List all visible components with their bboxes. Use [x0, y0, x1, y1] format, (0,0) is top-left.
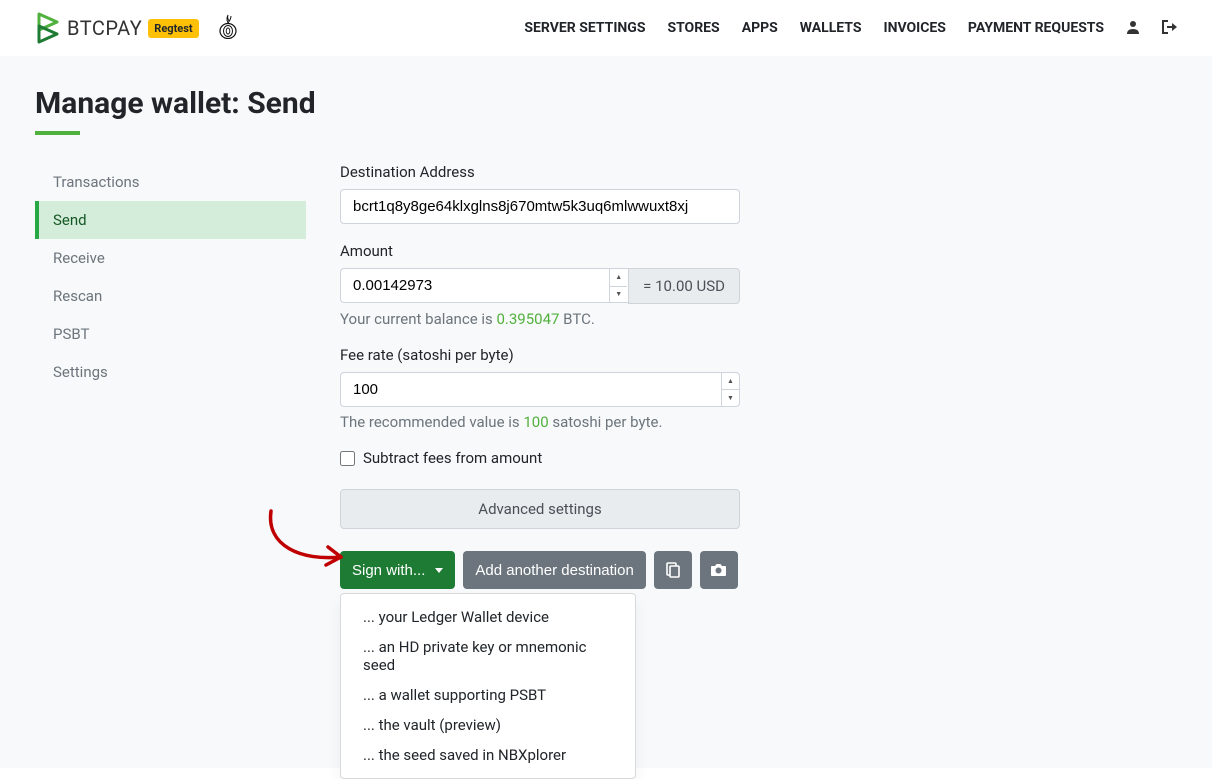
sign-with-dropdown: ... your Ledger Wallet device ... an HD …: [340, 593, 636, 779]
btcpay-logo-icon: [35, 12, 61, 44]
sidenav-psbt[interactable]: PSBT: [35, 315, 306, 353]
fiat-equivalent: = 10.00 USD: [628, 268, 740, 304]
amount-input[interactable]: [340, 268, 628, 303]
fee-helper: The recommended value is 100 satoshi per…: [340, 413, 910, 431]
nav-stores[interactable]: STORES: [667, 20, 719, 36]
logout-icon[interactable]: [1162, 19, 1177, 38]
balance-helper: Your current balance is 0.395047 BTC.: [340, 310, 910, 328]
nav-payment-requests[interactable]: PAYMENT REQUESTS: [968, 20, 1104, 36]
dropdown-ledger[interactable]: ... your Ledger Wallet device: [341, 602, 635, 632]
nav-wallets[interactable]: WALLETS: [800, 20, 862, 36]
page-title: Manage wallet: Send: [35, 86, 1177, 121]
subtract-fees-label[interactable]: Subtract fees from amount: [363, 449, 542, 467]
dropdown-vault[interactable]: ... the vault (preview): [341, 710, 635, 740]
sidenav-rescan[interactable]: Rescan: [35, 277, 306, 315]
caret-down-icon: [435, 568, 443, 573]
sidenav-send[interactable]: Send: [35, 201, 306, 239]
brand-name: BTCPAY: [67, 16, 142, 40]
send-form: Destination Address Amount ▲▼ = 10.00 US…: [340, 163, 910, 589]
fee-spinner[interactable]: ▲▼: [721, 373, 739, 406]
sidenav-receive[interactable]: Receive: [35, 239, 306, 277]
regtest-badge: Regtest: [148, 19, 198, 38]
dropdown-psbt[interactable]: ... a wallet supporting PSBT: [341, 680, 635, 710]
dropdown-nbxplorer[interactable]: ... the seed saved in NBXplorer: [341, 740, 635, 770]
sidenav-transactions[interactable]: Transactions: [35, 163, 306, 201]
destination-label: Destination Address: [340, 163, 910, 181]
tor-icon[interactable]: [217, 13, 239, 43]
top-navigation: BTCPAY Regtest SERVER SETTINGS STORES AP…: [0, 0, 1212, 56]
wallet-sidenav: Transactions Send Receive Rescan PSBT Se…: [35, 163, 306, 589]
main-content: Manage wallet: Send Transactions Send Re…: [0, 56, 1212, 768]
advanced-settings-toggle[interactable]: Advanced settings: [340, 489, 740, 529]
fee-label: Fee rate (satoshi per byte): [340, 346, 910, 364]
paste-button[interactable]: [654, 551, 692, 589]
sidenav-settings[interactable]: Settings: [35, 353, 306, 391]
fee-recommended[interactable]: 100: [523, 413, 548, 431]
nav-apps[interactable]: APPS: [742, 20, 778, 36]
paste-icon: [665, 562, 681, 578]
brand-area: BTCPAY Regtest: [35, 12, 239, 44]
fee-input[interactable]: [340, 372, 740, 407]
action-row: Sign with... Add another destination: [340, 551, 910, 589]
nav-server-settings[interactable]: SERVER SETTINGS: [524, 20, 645, 36]
main-nav: SERVER SETTINGS STORES APPS WALLETS INVO…: [524, 19, 1177, 38]
camera-icon: [710, 563, 727, 577]
sign-with-button[interactable]: Sign with...: [340, 551, 455, 589]
destination-input[interactable]: [340, 189, 740, 224]
dropdown-hdkey[interactable]: ... an HD private key or mnemonic seed: [341, 632, 635, 680]
balance-value[interactable]: 0.395047: [496, 310, 559, 328]
amount-spinner[interactable]: ▲▼: [609, 269, 627, 303]
nav-invoices[interactable]: INVOICES: [883, 20, 945, 36]
title-underline: [35, 131, 80, 135]
scan-qr-button[interactable]: [700, 551, 738, 589]
amount-label: Amount: [340, 242, 910, 260]
user-icon[interactable]: [1126, 19, 1140, 38]
subtract-fees-checkbox[interactable]: [340, 451, 355, 466]
add-destination-button[interactable]: Add another destination: [463, 551, 645, 589]
